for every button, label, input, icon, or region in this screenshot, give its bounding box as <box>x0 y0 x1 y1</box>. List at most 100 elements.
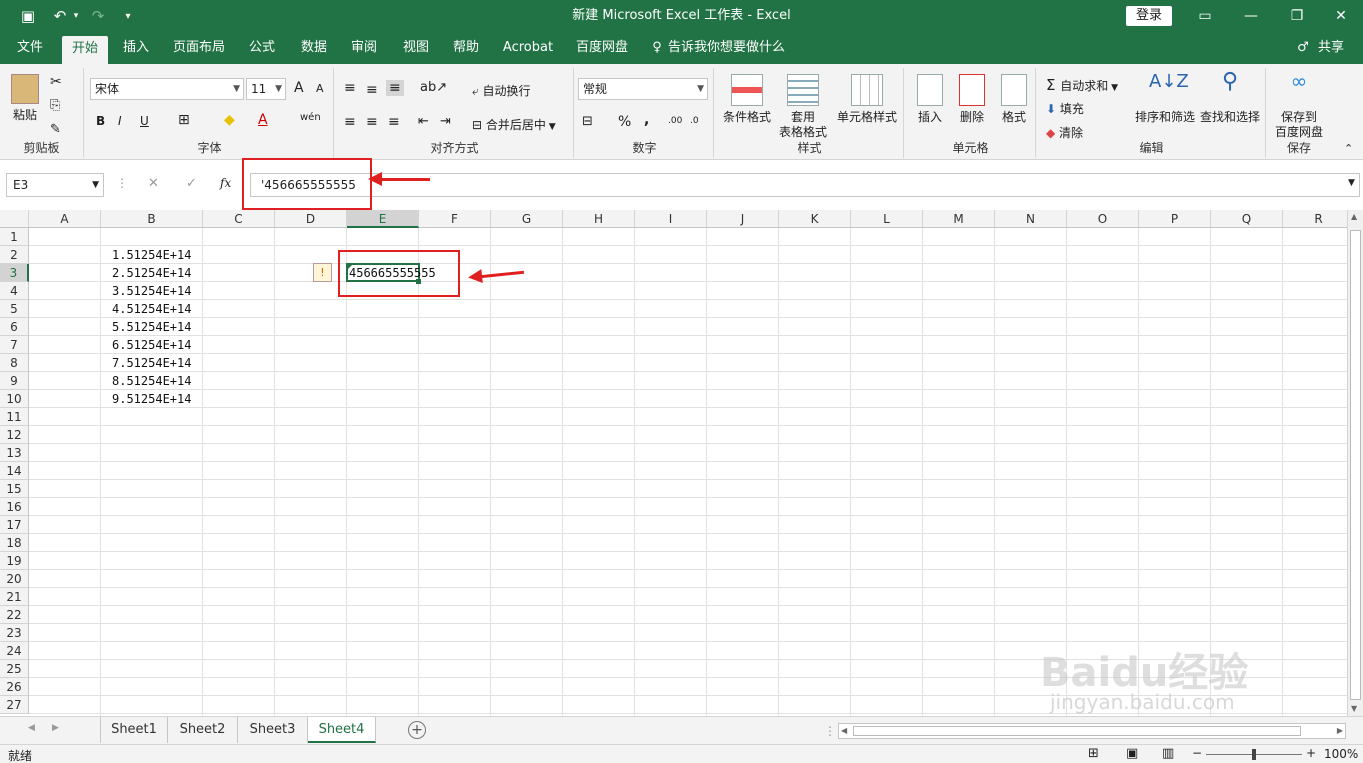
cell-styles-button[interactable]: 单元格样式 <box>834 74 900 125</box>
insert-function-button[interactable]: fx <box>220 176 231 190</box>
formula-input[interactable]: '456665555555 <box>250 173 1360 197</box>
row-header-8[interactable]: 8 <box>0 354 29 372</box>
row-header-4[interactable]: 4 <box>0 282 29 300</box>
merge-center-button[interactable]: ⊟ 合并后居中 ▼ <box>472 116 556 133</box>
column-header-e[interactable]: E <box>347 210 419 228</box>
comma-button[interactable]: , <box>644 112 649 128</box>
italic-button[interactable]: I <box>118 114 122 128</box>
align-center-icon[interactable]: ≡ <box>366 114 378 130</box>
row-header-25[interactable]: 25 <box>0 660 29 678</box>
format-cells-button[interactable]: 格式 <box>994 74 1034 125</box>
delete-cells-button[interactable]: 删除 <box>952 74 992 125</box>
sheet-tab-3[interactable]: Sheet3 <box>238 717 308 743</box>
scroll-down-icon[interactable]: ▼ <box>1351 704 1357 713</box>
autosum-button[interactable]: Σ 自动求和 ▼ <box>1046 76 1118 94</box>
font-name-select[interactable]: 宋体 ▼ <box>90 78 244 100</box>
decrease-decimal-button[interactable]: .0 <box>690 116 699 126</box>
zoom-in-icon[interactable]: + <box>1306 746 1316 760</box>
column-header-o[interactable]: O <box>1067 210 1139 228</box>
align-top-icon[interactable]: ≡ <box>344 80 356 96</box>
column-header-k[interactable]: K <box>779 210 851 228</box>
cell-b4[interactable]: 3.51254E+14 <box>112 282 191 300</box>
row-header-5[interactable]: 5 <box>0 300 29 318</box>
row-header-20[interactable]: 20 <box>0 570 29 588</box>
column-header-l[interactable]: L <box>851 210 923 228</box>
tab-home[interactable]: 开始 <box>62 36 108 64</box>
column-header-p[interactable]: P <box>1139 210 1211 228</box>
tab-data[interactable]: 数据 <box>292 32 336 64</box>
column-header-i[interactable]: I <box>635 210 707 228</box>
cell-b3[interactable]: 2.51254E+14 <box>112 264 191 282</box>
grow-font-button[interactable]: A <box>294 80 304 96</box>
number-format-select[interactable]: 常规 ▼ <box>578 78 708 100</box>
column-header-b[interactable]: B <box>101 210 203 228</box>
underline-button[interactable]: U <box>140 114 149 128</box>
sort-filter-button[interactable]: A↓Z 排序和筛选 <box>1134 73 1196 125</box>
tell-me-search[interactable]: 告诉我你想要做什么 <box>668 32 786 64</box>
row-header-11[interactable]: 11 <box>0 408 29 426</box>
align-left-icon[interactable]: ≡ <box>344 114 356 130</box>
column-header-q[interactable]: Q <box>1211 210 1283 228</box>
format-as-table-button[interactable]: 套用 表格格式 <box>774 74 832 140</box>
scroll-right-icon[interactable]: ▶ <box>1337 726 1343 735</box>
format-painter-icon[interactable]: ✎ <box>50 122 61 137</box>
row-header-17[interactable]: 17 <box>0 516 29 534</box>
column-header-g[interactable]: G <box>491 210 563 228</box>
row-header-24[interactable]: 24 <box>0 642 29 660</box>
restore-icon[interactable]: ❐ <box>1274 0 1320 32</box>
copy-icon[interactable]: ⎘ <box>50 98 60 113</box>
normal-view-icon[interactable]: ⊞ <box>1088 746 1099 761</box>
font-color-icon[interactable]: A <box>258 112 268 128</box>
column-header-n[interactable]: N <box>995 210 1067 228</box>
tab-view[interactable]: 视图 <box>394 32 438 64</box>
find-select-button[interactable]: ⚲ 查找和选择 <box>1198 71 1262 125</box>
row-header-13[interactable]: 13 <box>0 444 29 462</box>
enter-icon[interactable]: ✓ <box>186 176 197 191</box>
fill-color-icon[interactable]: ◆ <box>224 112 235 128</box>
row-header-22[interactable]: 22 <box>0 606 29 624</box>
horizontal-scrollbar[interactable]: ◀ ▶ <box>838 723 1346 739</box>
orientation-icon[interactable]: ab↗ <box>420 80 447 95</box>
ribbon-display-icon[interactable]: ▭ <box>1182 0 1228 32</box>
wrap-text-button[interactable]: ⤶ 自动换行 <box>472 82 531 99</box>
tab-baidu-netdisk[interactable]: 百度网盘 <box>570 32 634 64</box>
row-header-7[interactable]: 7 <box>0 336 29 354</box>
paste-button[interactable]: 粘贴 <box>6 74 44 123</box>
percent-button[interactable]: % <box>618 114 631 130</box>
border-icon[interactable]: ⊞ <box>178 112 190 128</box>
minimize-icon[interactable]: — <box>1228 0 1274 32</box>
row-header-1[interactable]: 1 <box>0 228 29 246</box>
shrink-font-button[interactable]: A <box>316 82 324 95</box>
insert-cells-button[interactable]: 插入 <box>910 74 950 125</box>
add-sheet-icon[interactable]: + <box>408 721 426 739</box>
tab-acrobat[interactable]: Acrobat <box>498 32 558 64</box>
row-header-9[interactable]: 9 <box>0 372 29 390</box>
cell-b10[interactable]: 9.51254E+14 <box>112 390 191 408</box>
column-header-a[interactable]: A <box>29 210 101 228</box>
redo-icon[interactable]: ↷ <box>86 0 110 32</box>
scroll-tabs-left-icon[interactable]: ◀ <box>28 723 35 733</box>
zoom-slider-thumb[interactable] <box>1252 749 1256 760</box>
row-header-19[interactable]: 19 <box>0 552 29 570</box>
vertical-scrollbar[interactable]: ▲ ▼ <box>1347 210 1363 716</box>
column-header-c[interactable]: C <box>203 210 275 228</box>
sheet-tab-1[interactable]: Sheet1 <box>100 717 168 743</box>
row-header-14[interactable]: 14 <box>0 462 29 480</box>
column-header-m[interactable]: M <box>923 210 995 228</box>
row-header-21[interactable]: 21 <box>0 588 29 606</box>
row-header-16[interactable]: 16 <box>0 498 29 516</box>
page-break-view-icon[interactable]: ▥ <box>1162 746 1174 761</box>
phonetic-button[interactable]: wén <box>300 112 321 123</box>
align-right-icon[interactable]: ≡ <box>388 114 400 130</box>
increase-indent-icon[interactable]: ⇥ <box>440 114 451 129</box>
collapse-ribbon-icon[interactable]: ⌃ <box>1344 142 1353 155</box>
column-header-f[interactable]: F <box>419 210 491 228</box>
scroll-left-icon[interactable]: ◀ <box>841 726 847 735</box>
conditional-format-button[interactable]: 条件格式 <box>718 74 776 125</box>
login-button[interactable]: 登录 <box>1126 6 1172 26</box>
bold-button[interactable]: B <box>96 114 105 128</box>
expand-formula-icon[interactable]: ▼ <box>1348 178 1355 188</box>
tab-file[interactable]: 文件 <box>8 32 52 64</box>
close-icon[interactable]: ✕ <box>1318 0 1363 32</box>
sheet-tab-4[interactable]: Sheet4 <box>308 717 376 743</box>
